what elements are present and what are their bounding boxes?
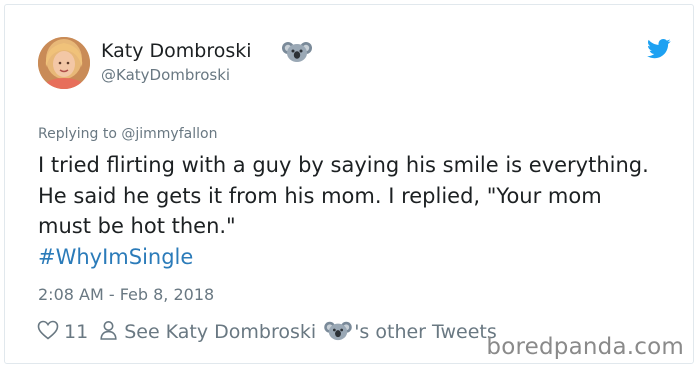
- tweet-body: I tried flirting with a guy by saying hi…: [38, 150, 658, 272]
- display-name[interactable]: Katy Dombroski: [101, 40, 252, 62]
- hashtag-link[interactable]: #WhyImSingle: [38, 242, 658, 273]
- user-handle[interactable]: @KatyDombroski: [101, 66, 230, 84]
- see-profile-link[interactable]: See Katy Dombroski: [124, 321, 316, 343]
- heart-icon[interactable]: [37, 320, 59, 345]
- avatar[interactable]: [38, 37, 90, 89]
- tweet-text: I tried flirting with a guy by saying hi…: [38, 153, 649, 238]
- person-icon[interactable]: [100, 320, 117, 345]
- tweet-card: Katy Dombroski @KatyDombroski Replying t…: [4, 4, 694, 364]
- koala-icon: [324, 319, 352, 346]
- watermark: boredpanda.com: [486, 334, 684, 360]
- replying-to[interactable]: Replying to @jimmyfallon: [38, 126, 217, 142]
- like-count[interactable]: 11: [64, 321, 88, 343]
- timestamp[interactable]: 2:08 AM - Feb 8, 2018: [38, 285, 214, 304]
- other-tweets-link[interactable]: 's other Tweets: [354, 321, 497, 343]
- twitter-bird-icon[interactable]: [647, 39, 671, 63]
- tweet-actions: 11 See Katy Dombroski 's other Tweets: [37, 318, 497, 346]
- koala-icon: [282, 39, 312, 67]
- avatar-image: [38, 37, 90, 89]
